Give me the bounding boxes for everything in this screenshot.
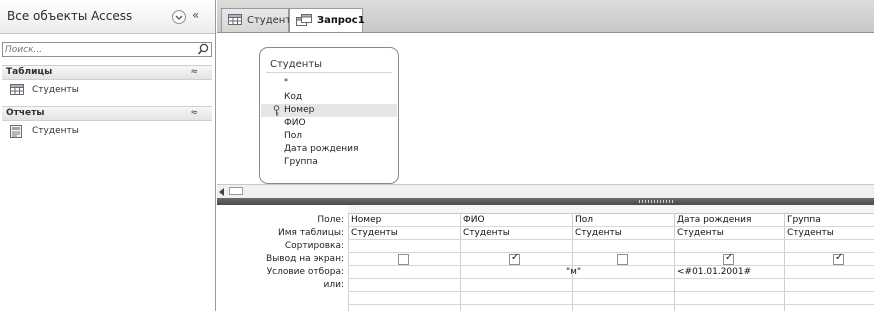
search-box[interactable] bbox=[2, 42, 212, 57]
grid-line bbox=[572, 213, 573, 311]
grid-cell-table[interactable]: Студенты bbox=[677, 228, 724, 238]
grid-cell-field[interactable]: Пол bbox=[575, 215, 593, 225]
grid-line bbox=[348, 226, 874, 227]
nav-item-table-students[interactable]: Студенты bbox=[2, 82, 212, 98]
field-list-item-label: Пол bbox=[284, 131, 303, 141]
grid-line bbox=[674, 213, 675, 311]
group-label-tables: Таблицы bbox=[6, 67, 53, 77]
field-list-item[interactable]: Группа bbox=[261, 156, 397, 169]
query-design-grid: Поле: Имя таблицы: Сортировка: Вывод на … bbox=[217, 205, 874, 311]
show-checkbox[interactable] bbox=[617, 254, 628, 265]
field-list-item-label: Номер bbox=[284, 105, 315, 115]
grid-line bbox=[348, 265, 874, 266]
field-list-item[interactable]: * bbox=[261, 77, 397, 91]
search-input[interactable] bbox=[5, 43, 193, 56]
grid-cell-field[interactable]: Дата рождения bbox=[677, 215, 751, 225]
grid-cell-criteria[interactable]: "м" bbox=[566, 267, 581, 277]
show-checkbox[interactable] bbox=[723, 252, 734, 265]
field-list-item-label: * bbox=[284, 77, 288, 86]
table-icon bbox=[228, 14, 242, 25]
grid-cell-field[interactable]: Группа bbox=[787, 215, 821, 225]
scroll-left-icon[interactable] bbox=[219, 188, 225, 196]
navigation-pane-title[interactable]: Все объекты Access bbox=[7, 9, 132, 23]
divider bbox=[266, 72, 392, 73]
column-selector-strip[interactable] bbox=[348, 205, 874, 214]
pane-splitter[interactable] bbox=[217, 198, 874, 205]
field-list-item-label: ФИО bbox=[284, 118, 306, 128]
grid-cell-table[interactable]: Студенты bbox=[575, 228, 622, 238]
group-label-reports: Отчеты bbox=[6, 108, 45, 118]
field-list-students[interactable]: Студенты * Код Номер ФИО Пол Дата рожден… bbox=[259, 47, 399, 184]
nav-item-report-students[interactable]: Студенты bbox=[2, 123, 212, 139]
row-label-show: Вывод на экран: bbox=[266, 254, 344, 264]
grid-line bbox=[348, 278, 874, 279]
group-header-reports[interactable]: Отчеты ≈ bbox=[2, 106, 212, 121]
collapse-group-icon[interactable]: ≈ bbox=[190, 108, 198, 118]
grid-line bbox=[348, 213, 349, 311]
horizontal-scrollbar[interactable] bbox=[217, 184, 874, 198]
tab-label: Запрос1 bbox=[317, 15, 365, 26]
collapse-pane-icon[interactable]: « bbox=[192, 8, 199, 22]
navigation-pane-header[interactable]: Все объекты Access « bbox=[0, 0, 215, 34]
scrollbar-thumb[interactable] bbox=[229, 187, 243, 195]
table-icon bbox=[10, 84, 24, 95]
grid-line bbox=[348, 239, 874, 240]
field-list-item-selected[interactable]: Номер bbox=[261, 104, 397, 117]
row-label-sort: Сортировка: bbox=[284, 241, 344, 251]
row-label-field: Поле: bbox=[317, 215, 344, 225]
grid-cell-field[interactable]: Номер bbox=[351, 215, 381, 225]
field-list-item[interactable]: ФИО bbox=[261, 117, 397, 130]
field-list-item[interactable]: Пол bbox=[261, 130, 397, 143]
field-list-item[interactable]: Код bbox=[261, 91, 397, 104]
report-icon bbox=[10, 125, 22, 138]
grid-line bbox=[460, 213, 461, 311]
grid-line bbox=[348, 252, 874, 253]
splitter-grip[interactable] bbox=[639, 200, 673, 203]
grid-cell-table[interactable]: Студенты bbox=[787, 228, 834, 238]
query-icon bbox=[296, 14, 312, 28]
grid-cell-table[interactable]: Студенты bbox=[463, 228, 510, 238]
tab-students[interactable]: Студенты bbox=[221, 8, 299, 32]
field-list-item-label: Дата рождения bbox=[284, 144, 359, 154]
row-label-table: Имя таблицы: bbox=[278, 228, 344, 238]
show-checkbox[interactable] bbox=[833, 252, 844, 265]
show-checkbox[interactable] bbox=[509, 252, 520, 265]
grid-cell-criteria[interactable]: <#01.01.2001# bbox=[677, 267, 751, 277]
field-list-title[interactable]: Студенты bbox=[270, 59, 322, 70]
field-list-item-label: Группа bbox=[284, 157, 318, 167]
document-tab-strip: Студенты Запрос1 bbox=[217, 0, 874, 33]
search-icon[interactable] bbox=[197, 43, 209, 56]
collapse-group-icon[interactable]: ≈ bbox=[190, 67, 198, 77]
row-label-or: или: bbox=[323, 280, 344, 290]
tab-query1[interactable]: Запрос1 bbox=[289, 8, 365, 32]
chevron-down-icon[interactable] bbox=[172, 10, 186, 24]
key-icon bbox=[273, 105, 280, 116]
field-list-item[interactable]: Дата рождения bbox=[261, 143, 397, 156]
group-header-tables[interactable]: Таблицы ≈ bbox=[2, 65, 212, 80]
query-design-upper-pane: Студенты * Код Номер ФИО Пол Дата рожден… bbox=[217, 33, 874, 184]
grid-line bbox=[348, 304, 874, 305]
grid-cell-field[interactable]: ФИО bbox=[463, 215, 485, 225]
grid-line bbox=[784, 213, 785, 311]
grid-cell-table[interactable]: Студенты bbox=[351, 228, 398, 238]
field-list-item-label: Код bbox=[284, 92, 303, 102]
grid-line bbox=[348, 291, 874, 292]
nav-item-label: Студенты bbox=[32, 85, 79, 95]
navigation-pane: Все объекты Access « Таблицы ≈ Студенты bbox=[0, 0, 216, 311]
show-checkbox[interactable] bbox=[398, 254, 409, 265]
nav-item-label: Студенты bbox=[32, 126, 79, 136]
row-label-criteria: Условие отбора: bbox=[266, 267, 344, 277]
